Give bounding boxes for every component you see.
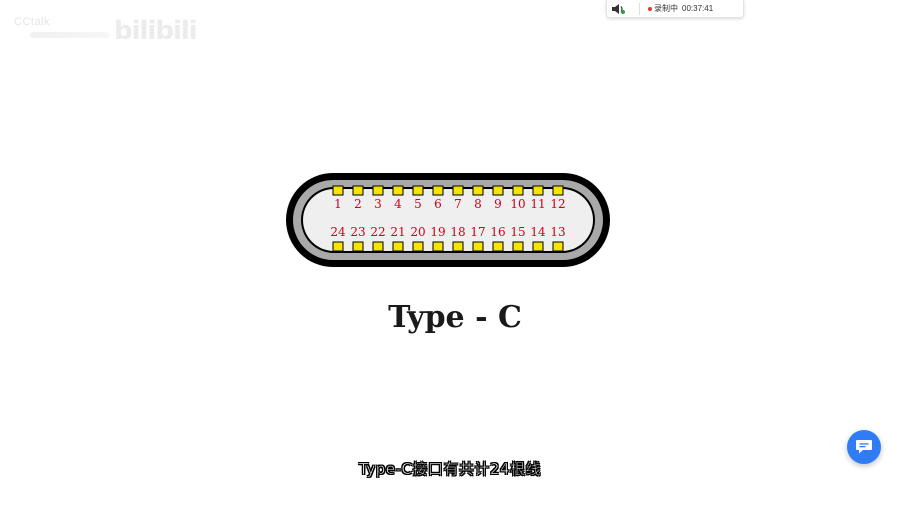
top-pin-label-4: 4	[394, 197, 402, 211]
bottom-pin-label-13: 13	[550, 225, 565, 239]
top-pin-label-10: 10	[510, 197, 525, 211]
bottom-pin-24	[332, 241, 344, 252]
video-subtitle: Type-C接口有共计24根线	[359, 460, 541, 479]
top-pin-label-5: 5	[414, 197, 422, 211]
bottom-pin-13	[552, 241, 564, 252]
bottom-pin-label-15: 15	[510, 225, 525, 239]
top-pin-11	[532, 185, 544, 196]
bottom-pin-15	[512, 241, 524, 252]
bottom-pin-19	[432, 241, 444, 252]
video-frame: CCtalk bilibili 录制中 00:37:41 1 2 3 4 5 6 7 8 9 10…	[0, 0, 900, 506]
watermark-faint-line	[30, 32, 110, 38]
bottom-pin-label-14: 14	[530, 225, 546, 239]
bottom-pin-20	[412, 241, 424, 252]
recording-time: 00:37:41	[682, 4, 714, 13]
top-pin-9	[492, 185, 504, 196]
bottom-pin-23	[352, 241, 364, 252]
top-pin-label-7: 7	[454, 197, 462, 211]
chat-bubble-icon	[856, 440, 872, 454]
bottom-pin-label-24: 24	[330, 225, 346, 239]
top-pin-label-9: 9	[494, 197, 502, 211]
toolbar-divider	[639, 2, 640, 15]
bottom-pin-16	[492, 241, 504, 252]
bilibili-watermark: CCtalk bilibili	[10, 10, 200, 50]
top-pin-label-6: 6	[434, 197, 442, 211]
bottom-pin-label-17: 17	[470, 225, 485, 239]
watermark-logo: bilibili	[114, 16, 198, 46]
chat-button[interactable]	[847, 430, 881, 464]
recording-toolbar: 录制中 00:37:41	[606, 0, 744, 18]
bottom-pin-label-16: 16	[490, 225, 505, 239]
type-c-connector-diagram: 1 2 3 4 5 6 7 8 9 10 11 12 24 23 22 21 20 19 18 17 16 15 14 13	[286, 173, 610, 267]
top-pin-1	[332, 185, 344, 196]
top-pin-7	[452, 185, 464, 196]
recording-dot-icon	[648, 6, 652, 11]
top-pin-12	[552, 185, 564, 196]
connector-title: Type - C	[388, 300, 522, 335]
top-pin-5	[412, 185, 424, 196]
bottom-pin-label-22: 22	[370, 225, 385, 239]
bottom-pin-18	[452, 241, 464, 252]
top-pin-label-8: 8	[474, 197, 482, 211]
top-pin-label-12: 12	[550, 197, 565, 211]
top-pin-label-11: 11	[530, 197, 545, 211]
top-pin-label-2: 2	[354, 197, 362, 211]
top-pin-10	[512, 185, 524, 196]
top-pin-4	[392, 185, 404, 196]
bottom-pin-label-23: 23	[350, 225, 365, 239]
bottom-pin-label-18: 18	[450, 225, 465, 239]
bottom-pin-label-21: 21	[390, 225, 405, 239]
top-pin-label-1: 1	[334, 197, 342, 211]
top-pin-2	[352, 185, 364, 196]
bottom-pin-22	[372, 241, 384, 252]
bottom-pin-14	[532, 241, 544, 252]
recording-status: 录制中	[654, 4, 678, 13]
bottom-pin-label-20: 20	[410, 225, 425, 239]
speaker-icon[interactable]	[607, 0, 629, 17]
top-pin-3	[372, 185, 384, 196]
bottom-pin-17	[472, 241, 484, 252]
top-pin-6	[432, 185, 444, 196]
top-pin-8	[472, 185, 484, 196]
bottom-pin-label-19: 19	[430, 225, 445, 239]
bottom-pin-21	[392, 241, 404, 252]
watermark-small-text: CCtalk	[14, 16, 51, 28]
top-pin-label-3: 3	[374, 197, 382, 211]
